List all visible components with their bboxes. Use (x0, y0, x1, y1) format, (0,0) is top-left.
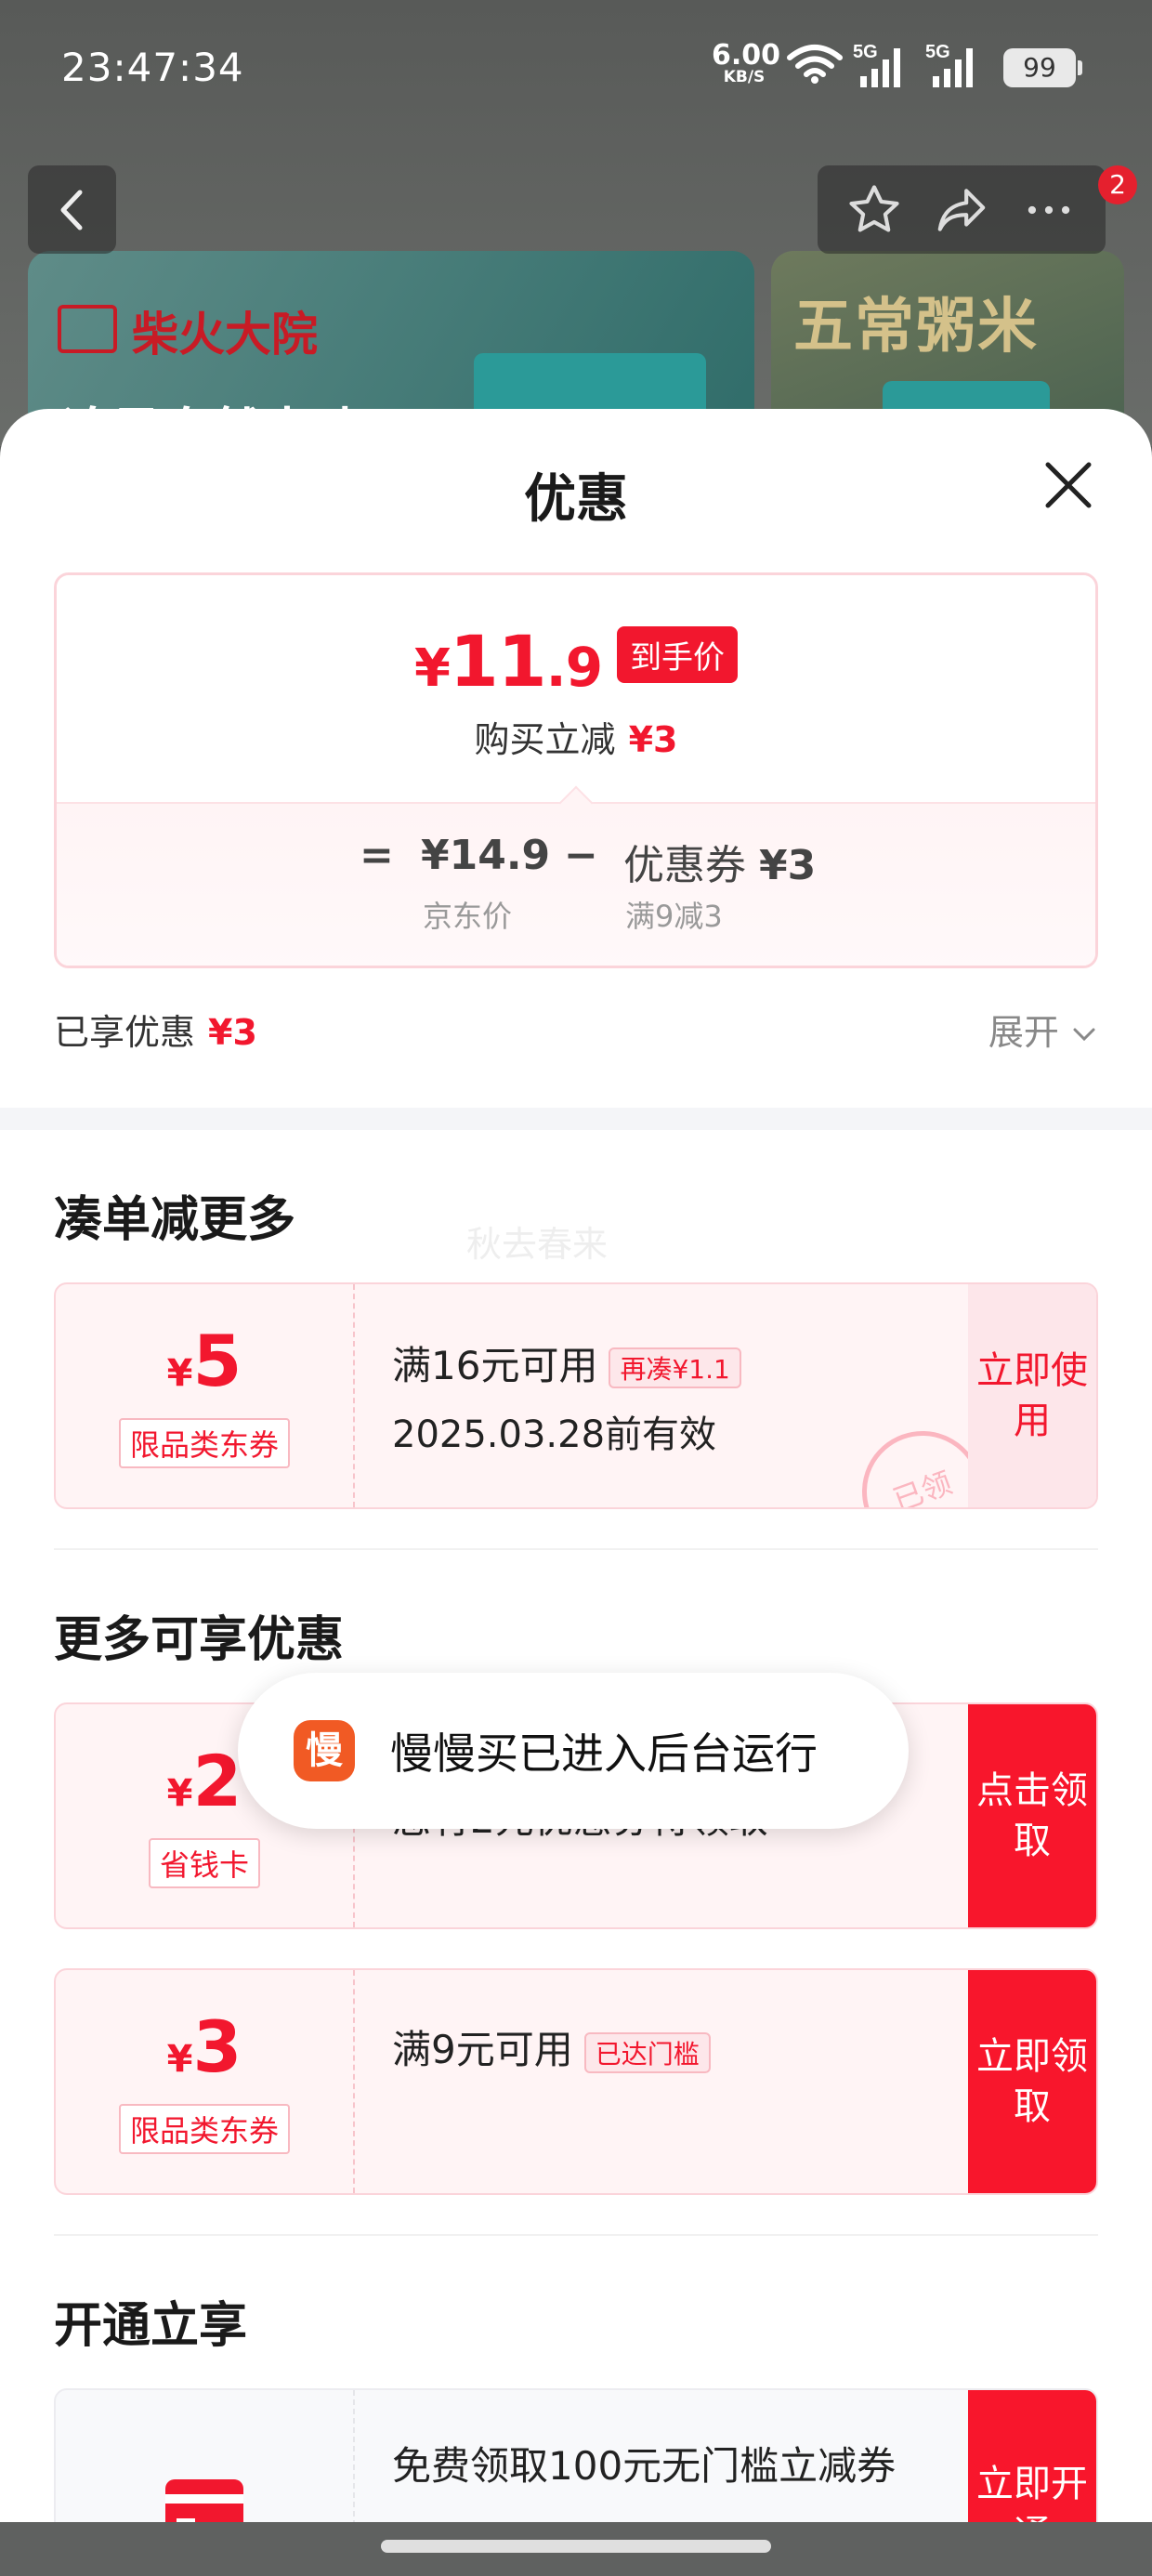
final-price-currency: ¥ (413, 638, 451, 699)
coupon-value: 3 (192, 2004, 242, 2088)
instant-discount: 购买立减 ¥3 (57, 711, 1095, 762)
screen: 柴火大院 追寻自然本味 五常粥米 23:47:34 6.00KB/S 5G 5G… (0, 0, 1152, 2576)
claim-now-button[interactable]: 立即领取 (968, 1970, 1096, 2193)
coupon-type-tag: 限品类东券 (118, 1417, 290, 1468)
watermark: 秋去春来 (466, 1224, 609, 1265)
divider (54, 1548, 1098, 1550)
expand-toggle[interactable]: 展开 (988, 1004, 1098, 1055)
final-price-top: ¥11.9 到手价 购买立减 ¥3 (57, 575, 1095, 802)
coupon-amount-area: ¥5 限品类东券 (56, 1284, 353, 1507)
coupon-currency: ¥ (166, 1771, 193, 1815)
coupon-amount-area: ¥3 限品类东券 (56, 1970, 353, 2193)
coupon-card-category: ¥3 限品类东券 满9元可用 已达门槛 立即领取 (54, 1968, 1098, 2195)
net-speed: 6.00 KB/S (712, 42, 780, 86)
home-indicator[interactable] (381, 2540, 771, 2553)
status-bar: 23:47:34 6.00 KB/S 5G 5G 99 (0, 0, 1152, 139)
instant-discount-value: ¥3 (628, 719, 678, 760)
close-icon[interactable] (1041, 457, 1096, 513)
coupon-details: 满9元可用 已达门槛 (392, 1970, 1005, 2193)
saved-discount: 已享优惠 ¥3 (54, 1004, 257, 1055)
coupon-dashed-divider (353, 1970, 355, 2193)
app-logo-icon: 慢 (294, 1720, 355, 1781)
coupon-type-tag: 限品类东券 (118, 2103, 290, 2154)
section-divider (0, 1108, 1152, 1130)
sheet-title: 优惠 (524, 469, 628, 530)
price-formula: = ¥14.9 京东价 − 优惠券 ¥3 满9减3 (57, 802, 1095, 966)
coupon-currency: ¥ (166, 1351, 193, 1395)
expand-label: 展开 (988, 1012, 1059, 1053)
section-title-bundle: 凑单减更多 (54, 1192, 296, 1248)
notification-badge: 2 (1098, 165, 1137, 204)
coupon-dashed-divider (353, 1284, 355, 1507)
background-run-toast: 慢 慢慢买已进入后台运行 (238, 1673, 909, 1829)
instant-discount-label: 购买立减 (474, 719, 616, 760)
divider (54, 2234, 1098, 2236)
final-price-integer: 11 (449, 620, 547, 703)
coupon-deduction-value: ¥3 (759, 842, 817, 889)
cell-signal-icon-2: 5G (925, 42, 973, 87)
claim-button[interactable]: 点击领取 (968, 1704, 1096, 1927)
final-price: ¥11.9 (413, 620, 603, 703)
coupon-card-bundle: ¥5 限品类东券 满16元可用 再凑¥1.1 2025.03.28前有效 已领 立… (54, 1282, 1098, 1509)
coupon-amount: ¥2 (166, 1743, 242, 1831)
coupon-deduction-label: 优惠券 (623, 842, 746, 889)
coupon-threshold-pill: 已达门槛 (583, 2031, 711, 2073)
final-price-tag: 到手价 (617, 626, 739, 683)
section-title-open: 开通立享 (54, 2298, 248, 2354)
net-speed-value: 6.00 (712, 39, 781, 72)
brand-logo-icon (58, 305, 117, 353)
coupon-value: 5 (192, 1319, 242, 1402)
share-icon[interactable] (933, 181, 990, 239)
coupon-progress-pill: 再凑¥1.1 (609, 1347, 741, 1388)
signal-2-label: 5G (925, 42, 950, 62)
section-title-more: 更多可享优惠 (54, 1612, 345, 1668)
coupon-amount: ¥3 (166, 2009, 242, 2096)
final-price-decimal: .9 (545, 636, 603, 699)
jd-price: ¥14.9 (421, 832, 551, 879)
jd-price-label: 京东价 (423, 899, 513, 934)
wifi-icon (787, 45, 843, 84)
more-icon[interactable] (1020, 181, 1078, 239)
banner-brand-2: 五常粥米 (793, 292, 1039, 361)
coupon-amount: ¥5 (166, 1323, 242, 1411)
coupon-condition-text: 满9元可用 (392, 2027, 573, 2072)
star-icon[interactable] (845, 181, 903, 239)
coupon-rule: 满9减3 (625, 899, 723, 934)
final-price-row: ¥11.9 到手价 (57, 620, 1095, 703)
coupon-condition: 满9元可用 已达门槛 (392, 2018, 1005, 2075)
battery-icon: 99 (1003, 48, 1082, 87)
banner-brand: 柴火大院 (132, 307, 318, 361)
coupon-type-tag: 省钱卡 (148, 1837, 260, 1888)
cell-signal-icon-1: 5G (853, 42, 900, 87)
coupon-deduction: 优惠券 ¥3 (623, 832, 816, 891)
saved-discount-label: 已享优惠 (54, 1012, 196, 1053)
chevron-down-icon (1073, 1028, 1095, 1042)
coupon-condition-text: 满16元可用 (392, 1342, 598, 1388)
back-button[interactable] (28, 165, 116, 254)
toast-text: 慢慢买已进入后台运行 (390, 1728, 818, 1779)
status-time: 23:47:34 (61, 45, 244, 90)
discount-bottom-sheet: 优惠 ¥11.9 到手价 购买立减 ¥3 = ¥14.9 京东价 − 优惠券 ¥3 … (0, 409, 1152, 2576)
membership-offer-text: 免费领取100元无门槛立减券 (392, 2443, 897, 2489)
minus-sign: − (564, 832, 598, 879)
final-price-card: ¥11.9 到手价 购买立减 ¥3 = ¥14.9 京东价 − 优惠券 ¥3 满9减… (54, 572, 1098, 968)
use-now-button[interactable]: 立即使用 (968, 1284, 1096, 1507)
signal-1-label: 5G (853, 42, 878, 62)
equals-sign: = (360, 832, 394, 879)
coupon-value: 2 (192, 1739, 242, 1822)
saved-discount-value: ¥3 (208, 1012, 257, 1053)
coupon-condition: 满16元可用 再凑¥1.1 (392, 1334, 1005, 1391)
coupon-currency: ¥ (166, 2037, 193, 2081)
top-toolbar (818, 165, 1106, 254)
chevron-left-icon (60, 190, 82, 230)
